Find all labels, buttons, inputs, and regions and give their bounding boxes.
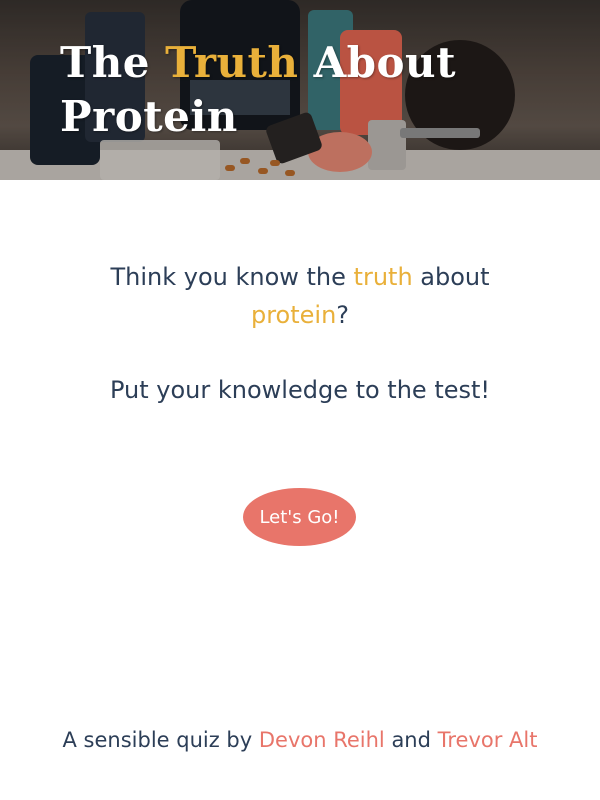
author-link-trevor[interactable]: Trevor Alt bbox=[438, 728, 538, 752]
tagline: Put your knowledge to the test! bbox=[109, 376, 491, 404]
footer-and: and bbox=[384, 728, 438, 752]
page-title: The Truth About Protein bbox=[60, 36, 540, 144]
hero-banner: The Truth About Protein bbox=[0, 0, 600, 180]
intro-question: Think you know the truth about protein? bbox=[60, 258, 540, 334]
intro-accent-protein: protein bbox=[250, 301, 337, 329]
footer-credits: A sensible quiz by Devon Reihl and Trevo… bbox=[0, 724, 600, 756]
intro-accent-truth: truth bbox=[353, 263, 413, 291]
author-link-devon[interactable]: Devon Reihl bbox=[259, 728, 385, 752]
intro-text-2: about bbox=[412, 263, 490, 291]
lets-go-button[interactable]: Let's Go! bbox=[243, 488, 356, 546]
footer-prefix: A sensible quiz by bbox=[62, 728, 259, 752]
intro-text: Think you know the bbox=[110, 263, 354, 291]
title-text: The bbox=[60, 38, 166, 87]
intro-question-mark: ? bbox=[336, 301, 350, 329]
title-accent-text: Truth bbox=[165, 38, 299, 87]
